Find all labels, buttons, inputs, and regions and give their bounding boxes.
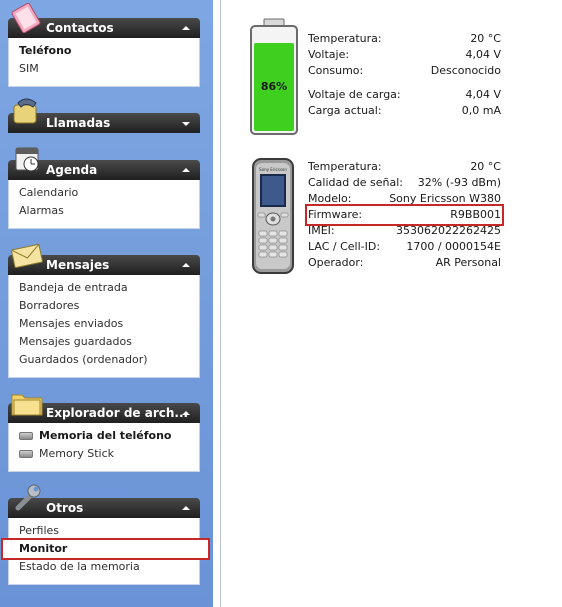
folder-icon [11, 394, 43, 416]
phone-row-firmware: Firmware: R9BB001 [305, 204, 504, 226]
stat-label: Calidad de señal: [308, 176, 403, 189]
section-mensajes: Mensajes Bandeja de entrada Borradores M… [8, 237, 200, 378]
sidebar: Contactos Teléfono SIM Llamadas Agenda C… [0, 0, 213, 607]
stat-label: Operador: [308, 256, 364, 269]
section-title: Llamadas [46, 116, 111, 130]
collapse-arrow-icon[interactable] [182, 263, 190, 267]
envelope-icon [11, 243, 43, 269]
collapse-arrow-icon[interactable] [182, 26, 190, 30]
phone-row-calidad-de-senal: Calidad de señal: 32% (-93 dBm) [308, 175, 501, 191]
phone-row-imei: IMEI: 353062022262425 [308, 223, 501, 239]
nav-item-label: Memoria del teléfono [39, 429, 172, 442]
section-title: Otros [46, 501, 84, 515]
battery-percent: 86% [261, 80, 287, 93]
section-title: Contactos [46, 21, 114, 35]
section-header-mensajes[interactable]: Mensajes [8, 243, 200, 275]
nav-item-memoria-del-telefono[interactable]: Memoria del teléfono [19, 427, 199, 445]
nav-item-telefono[interactable]: Teléfono [19, 42, 199, 60]
nav-item-sim[interactable]: SIM [19, 60, 199, 78]
phone-handset-icon [13, 98, 37, 124]
section-explorador: Explorador de arch... Memoria del teléfo… [8, 385, 200, 472]
section-agenda: Agenda Calendario Alarmas [8, 142, 200, 229]
expand-arrow-icon[interactable] [182, 122, 190, 126]
stat-value: 4,04 V [465, 48, 501, 61]
stat-label: Firmware: [308, 208, 363, 221]
section-llamadas: Llamadas [8, 95, 200, 133]
nav-item-label: Memory Stick [39, 447, 115, 460]
collapse-arrow-icon[interactable] [182, 411, 190, 415]
section-header-explorador[interactable]: Explorador de arch... [8, 394, 200, 423]
nav-item-mensajes-enviados[interactable]: Mensajes enviados [19, 315, 199, 333]
stat-value: 20 °C [470, 160, 501, 173]
stat-value: Desconocido [430, 64, 501, 77]
collapse-arrow-icon[interactable] [182, 168, 190, 172]
nav-item-monitor[interactable]: Monitor [1, 538, 210, 560]
section-title: Mensajes [46, 258, 110, 272]
stat-value: 0,0 mA [461, 104, 501, 117]
section-body: Perfiles Monitor Estado de la memoria [1, 518, 210, 585]
stat-value: AR Personal [435, 256, 501, 269]
section-title: Explorador de arch... [46, 406, 189, 420]
battery-row-temperatura: Temperatura: 20 °C [308, 31, 501, 47]
phone-row-temperatura: Temperatura: 20 °C [308, 159, 501, 175]
stat-label: Voltaje de carga: [308, 88, 401, 101]
battery-row-voltaje-de-carga: Voltaje de carga: 4,04 V [308, 87, 501, 103]
stat-label: LAC / Cell-ID: [308, 240, 381, 253]
phone-row-modelo: Modelo: Sony Ericsson W380 [308, 191, 501, 207]
stat-value: 20 °C [470, 32, 501, 45]
battery-stats: Temperatura: 20 °C Voltaje: 4,04 V Consumo… [308, 31, 501, 119]
section-body: Memoria del teléfono Memory Stick [8, 423, 200, 472]
section-header-otros[interactable]: Otros [8, 484, 200, 518]
stat-label: Temperatura: [308, 160, 382, 173]
nav-item-borradores[interactable]: Borradores [19, 297, 199, 315]
nav-item-bandeja-de-entrada[interactable]: Bandeja de entrada [19, 279, 199, 297]
stat-label: Temperatura: [308, 32, 382, 45]
monitor-panel: 86% Temperatura: 20 °C Voltaje: 4,04 V Con… [220, 0, 562, 607]
phone-stats: Temperatura: 20 °C Calidad de señal: 32% (… [305, 159, 504, 271]
stat-label: Voltaje: [308, 48, 350, 61]
phone-row-operador: Operador: AR Personal [308, 255, 501, 271]
nav-item-alarmas[interactable]: Alarmas [19, 202, 199, 220]
section-header-llamadas[interactable]: Llamadas [8, 98, 200, 133]
section-header-contactos[interactable]: Contactos [8, 2, 200, 38]
stat-value: 1700 / 0000154E [406, 240, 501, 253]
section-body: Teléfono SIM [8, 38, 200, 87]
drive-icon [19, 450, 33, 458]
battery-row-consumo: Consumo: Desconocido [308, 63, 501, 79]
section-body: Bandeja de entrada Borradores Mensajes e… [8, 275, 200, 378]
phone-icon: Sony Ericsson [252, 158, 294, 274]
stat-value: 353062022262425 [396, 224, 501, 237]
stat-value: R9BB001 [450, 208, 501, 221]
nav-item-memory-stick[interactable]: Memory Stick [19, 445, 199, 463]
section-contactos: Contactos Teléfono SIM [8, 0, 200, 87]
nav-item-estado-de-la-memoria[interactable]: Estado de la memoria [19, 558, 199, 576]
address-book-icon [11, 2, 41, 34]
stat-label: Modelo: [308, 192, 352, 205]
calendar-icon [15, 147, 39, 172]
phone-brand: Sony Ericsson [259, 167, 287, 172]
stat-label: IMEI: [308, 224, 335, 237]
stat-value: 4,04 V [465, 88, 501, 101]
nav-item-calendario[interactable]: Calendario [19, 184, 199, 202]
stat-value: Sony Ericsson W380 [389, 192, 501, 205]
nav-item-perfiles[interactable]: Perfiles [19, 522, 199, 540]
drive-icon [19, 432, 33, 440]
stat-label: Consumo: [308, 64, 364, 77]
section-title: Agenda [46, 163, 98, 177]
section-header-agenda[interactable]: Agenda [8, 147, 200, 180]
wrench-icon [15, 484, 41, 511]
section-body: Calendario Alarmas [8, 180, 200, 229]
battery-row-carga-actual: Carga actual: 0,0 mA [308, 103, 501, 119]
stat-label: Carga actual: [308, 104, 382, 117]
battery-icon: 86% [250, 18, 298, 135]
battery-row-voltaje: Voltaje: 4,04 V [308, 47, 501, 63]
section-otros: Otros Perfiles Monitor Estado de la memo… [1, 480, 210, 585]
nav-item-mensajes-guardados[interactable]: Mensajes guardados [19, 333, 199, 351]
phone-row-lac-cell-id: LAC / Cell-ID: 1700 / 0000154E [308, 239, 501, 255]
stat-value: 32% (-93 dBm) [417, 176, 501, 189]
nav-item-guardados-ordenador[interactable]: Guardados (ordenador) [19, 351, 199, 369]
collapse-arrow-icon[interactable] [182, 506, 190, 510]
